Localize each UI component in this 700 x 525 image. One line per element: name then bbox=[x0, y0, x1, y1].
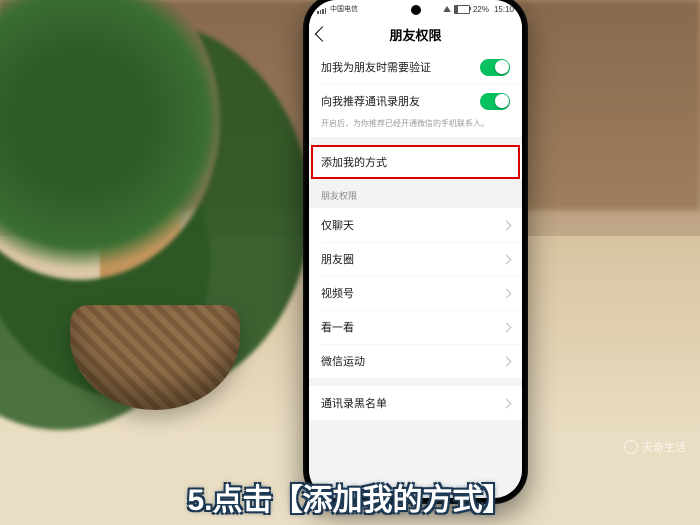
row-add-methods[interactable]: 添加我的方式 bbox=[309, 145, 522, 179]
watermark: 天奇生活 bbox=[624, 439, 686, 455]
row-channels[interactable]: 视频号 bbox=[309, 276, 522, 310]
row-label: 加我为朋友时需要验证 bbox=[321, 51, 480, 83]
nav-header: 朋友权限 bbox=[309, 18, 522, 50]
row-label: 仅聊天 bbox=[321, 209, 503, 241]
chevron-right-icon bbox=[502, 254, 512, 264]
phone-screen: 中国电信 22% 15:10 朋友权限 加我为朋友时需要验证 bbox=[309, 0, 522, 498]
clock: 15:10 bbox=[494, 5, 514, 14]
section-gap bbox=[309, 137, 522, 145]
chevron-right-icon bbox=[502, 398, 512, 408]
add-methods-group: 添加我的方式 bbox=[309, 145, 522, 179]
watermark-icon bbox=[624, 440, 638, 454]
chevron-right-icon bbox=[502, 322, 512, 332]
row-werun[interactable]: 微信运动 bbox=[309, 344, 522, 378]
row-chat-only[interactable]: 仅聊天 bbox=[309, 208, 522, 242]
row-label: 通讯录黑名单 bbox=[321, 387, 503, 419]
row-require-verify[interactable]: 加我为朋友时需要验证 bbox=[309, 50, 522, 84]
row-description: 开启后，为你推荐已经开通微信的手机联系人。 bbox=[309, 118, 522, 137]
row-label: 微信运动 bbox=[321, 345, 503, 377]
chevron-right-icon bbox=[502, 288, 512, 298]
toggle-group: 加我为朋友时需要验证 向我推荐通讯录朋友 开启后，为你推荐已经开通微信的手机联系… bbox=[309, 50, 522, 137]
row-label: 朋友圈 bbox=[321, 243, 503, 275]
cell-signal-icon bbox=[317, 4, 326, 14]
row-label: 添加我的方式 bbox=[321, 146, 503, 178]
row-label: 向我推荐通讯录朋友 bbox=[321, 85, 480, 117]
section-gap bbox=[309, 420, 522, 428]
settings-content: 加我为朋友时需要验证 向我推荐通讯录朋友 开启后，为你推荐已经开通微信的手机联系… bbox=[309, 50, 522, 498]
tutorial-scene: 中国电信 22% 15:10 朋友权限 加我为朋友时需要验证 bbox=[0, 0, 700, 525]
battery-icon bbox=[454, 5, 470, 14]
row-label: 看一看 bbox=[321, 311, 503, 343]
camera-notch bbox=[411, 5, 421, 15]
toggle-switch[interactable] bbox=[480, 93, 510, 110]
chevron-right-icon bbox=[502, 220, 512, 230]
network-label: 中国电信 bbox=[330, 4, 358, 14]
blacklist-group: 通讯录黑名单 bbox=[309, 386, 522, 420]
row-top-stories[interactable]: 看一看 bbox=[309, 310, 522, 344]
row-recommend-contacts[interactable]: 向我推荐通讯录朋友 bbox=[309, 84, 522, 118]
permissions-group: 仅聊天 朋友圈 视频号 看一看 bbox=[309, 208, 522, 378]
battery-percent: 22% bbox=[473, 5, 489, 14]
section-gap bbox=[309, 378, 522, 386]
section-header: 朋友权限 bbox=[309, 179, 522, 208]
row-label: 视频号 bbox=[321, 277, 503, 309]
row-blacklist[interactable]: 通讯录黑名单 bbox=[309, 386, 522, 420]
tutorial-caption: 5.点击【添加我的方式】 bbox=[187, 475, 512, 519]
watermark-text: 天奇生活 bbox=[642, 439, 686, 455]
row-moments[interactable]: 朋友圈 bbox=[309, 242, 522, 276]
phone-frame: 中国电信 22% 15:10 朋友权限 加我为朋友时需要验证 bbox=[303, 0, 528, 504]
page-title: 朋友权限 bbox=[389, 25, 441, 44]
chevron-right-icon bbox=[502, 356, 512, 366]
toggle-switch[interactable] bbox=[480, 59, 510, 76]
wifi-icon bbox=[443, 6, 451, 12]
back-icon[interactable] bbox=[315, 26, 331, 42]
